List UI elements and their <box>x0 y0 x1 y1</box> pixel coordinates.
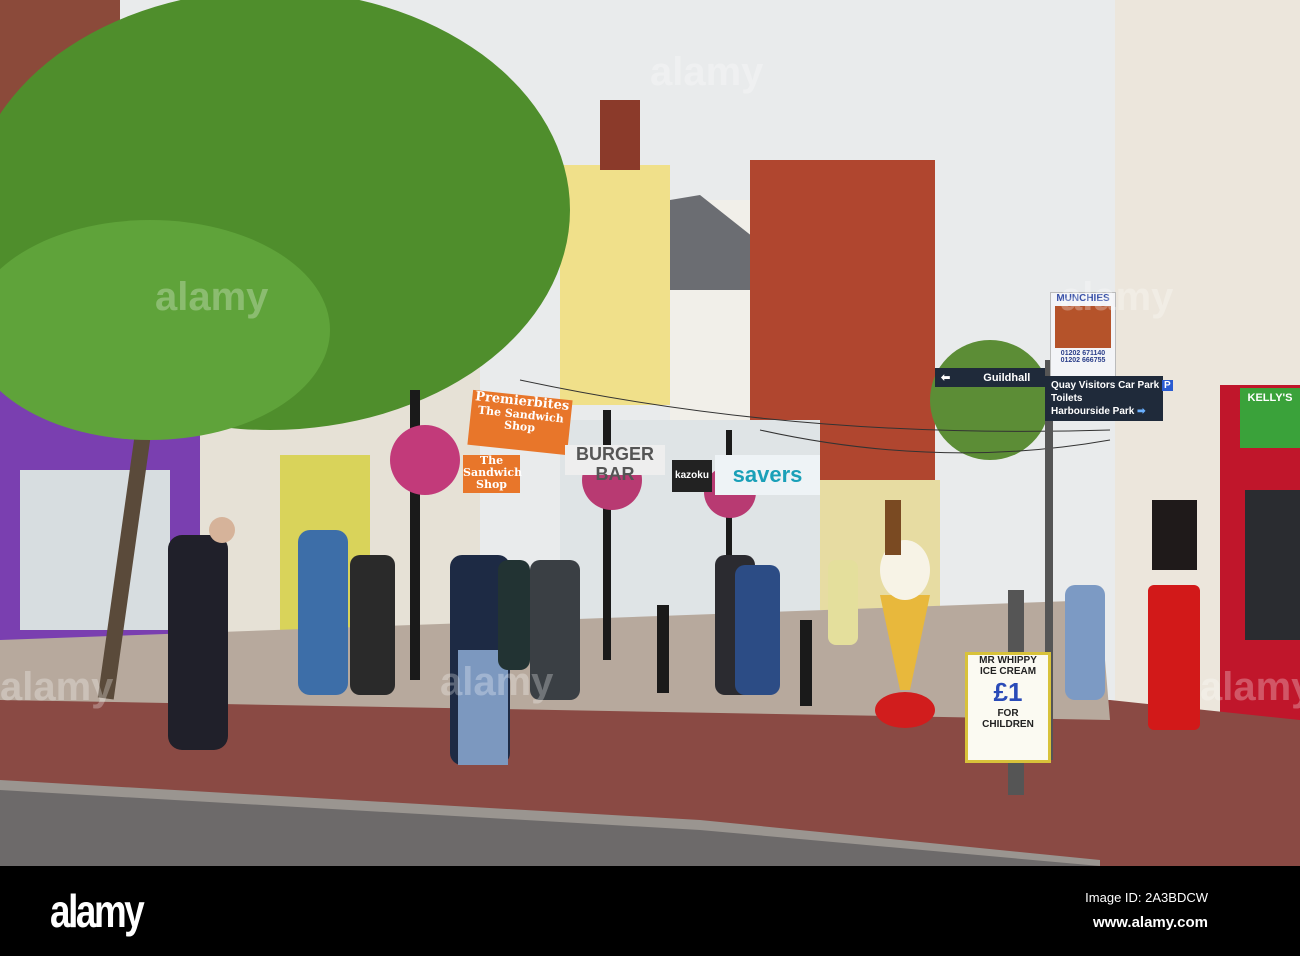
watermark: alamy <box>1200 665 1300 709</box>
ice-cream-a-board: MR WHIPPY ICE CREAM £1 FOR CHILDREN <box>965 652 1051 763</box>
burger-sign: BURGER BAR <box>565 444 665 484</box>
aboard-line-4: CHILDREN <box>982 719 1034 730</box>
watermark: alamy <box>1060 275 1174 319</box>
quay-label: Quay Visitors Car Park <box>1051 380 1160 391</box>
hanging-basket <box>390 425 460 495</box>
savers-sign: savers <box>715 455 820 495</box>
menu-window <box>1245 490 1300 640</box>
munchies-phone-1: 01202 671140 <box>1060 350 1106 357</box>
aboard-line-3: FOR <box>997 708 1019 719</box>
yellow-building <box>560 165 670 405</box>
street-photo: Premierbites The Sandwich Shop The Sandw… <box>0 0 1300 866</box>
watermark: alamy <box>0 665 114 709</box>
kazoku-sign: kazoku <box>672 460 712 492</box>
bollard <box>800 620 812 706</box>
flake <box>885 500 901 555</box>
alamy-footer: alamy Image ID: 2A3BDCW www.alamy.com <box>0 866 1300 956</box>
sandwich-shop-sign: The Sandwich Shop <box>463 454 523 493</box>
aboard-price: £1 <box>993 677 1023 707</box>
watermark: alamy <box>440 660 554 704</box>
direction-signpost: Quay Visitors Car Park P Toilets Harbour… <box>1045 376 1173 421</box>
arrow-left-icon: ⬅ <box>941 372 951 384</box>
munchies-phone-2: 01202 666755 <box>1060 357 1106 364</box>
wall-artwork <box>1152 500 1197 570</box>
guildhall-signpost: ⬅ Guildhall <box>935 368 1045 387</box>
parking-icon: P <box>1161 380 1173 391</box>
aboard-line-2: ICE CREAM <box>979 666 1037 677</box>
shop-window-grille <box>20 470 170 630</box>
kellys-sign: KELLY'S <box>1240 388 1300 448</box>
distant-tree <box>930 340 1050 460</box>
aboard-line-1: MR WHIPPY <box>979 655 1037 666</box>
post-box <box>1148 585 1200 730</box>
harbourside-label: Harbourside Park <box>1051 406 1135 417</box>
toilets-label: Toilets <box>1051 393 1083 404</box>
street-scene-drawing <box>0 0 1300 866</box>
alamy-logo: alamy <box>50 885 145 937</box>
cone-base <box>875 692 935 728</box>
image-id: Image ID: 2A3BDCW <box>1085 890 1208 905</box>
arrow-right-icon: ➡ <box>1137 406 1146 417</box>
chimney <box>600 100 640 170</box>
alamy-url: www.alamy.com <box>1092 914 1208 931</box>
watermark: alamy <box>155 275 269 319</box>
watermark: alamy <box>650 50 764 94</box>
premierbites-sign: Premierbites The Sandwich Shop <box>467 389 573 456</box>
bollard <box>657 605 669 693</box>
guildhall-label: Guildhall <box>983 372 1031 384</box>
